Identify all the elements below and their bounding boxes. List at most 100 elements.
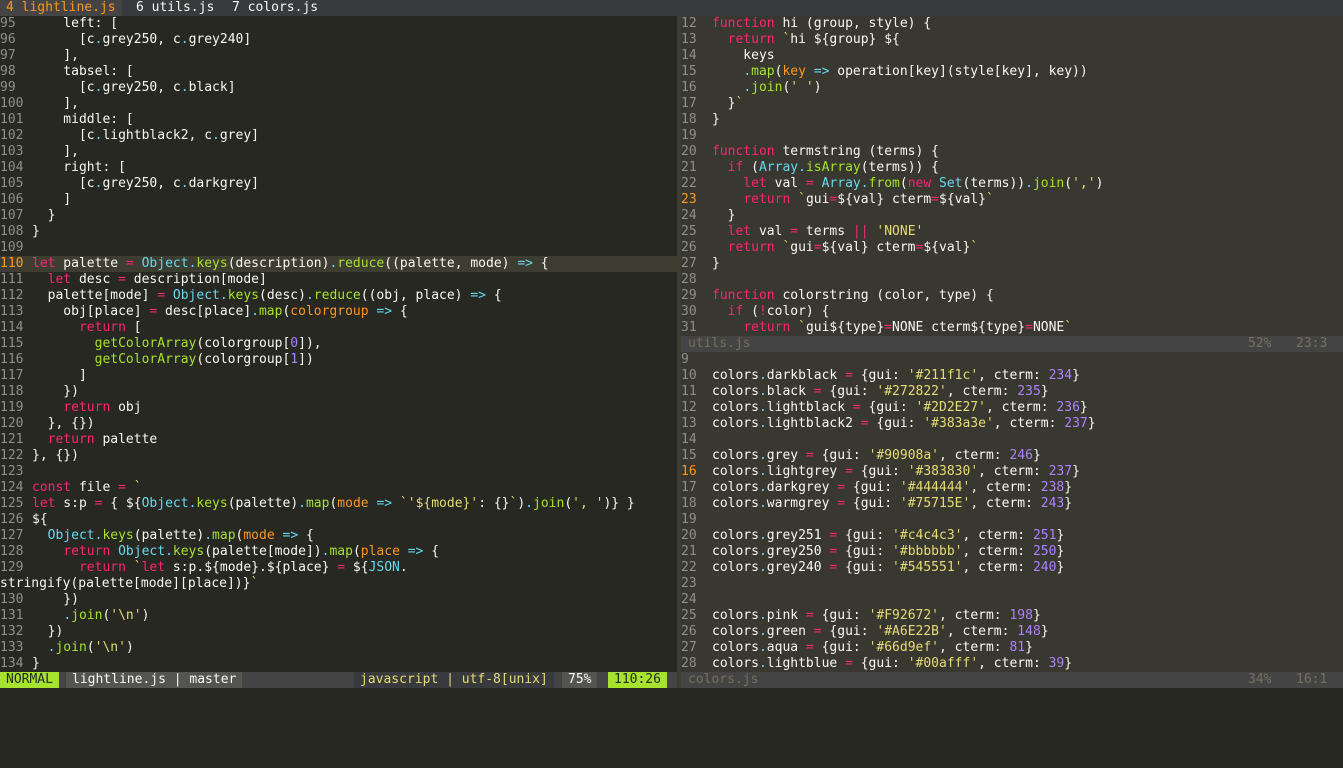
code-line[interactable]: 26 return `gui=${val} cterm=${val}` <box>681 240 1343 256</box>
code-line[interactable]: 95 left: [ <box>0 16 677 32</box>
code-line[interactable]: 24 <box>681 592 1343 608</box>
line-number: 12 <box>681 400 697 415</box>
line-number: 108 <box>0 224 24 239</box>
code-line[interactable]: 101 middle: [ <box>0 112 677 128</box>
tab-lightline-js[interactable]: 4 lightline.js <box>0 0 122 16</box>
code-line[interactable]: 112 palette[mode] = Object.keys(desc).re… <box>0 288 677 304</box>
code-line[interactable]: 17 }` <box>681 96 1343 112</box>
editor-pane-colors[interactable]: 9 10 colors.darkblack = {gui: '#211f1c', c… <box>681 352 1343 672</box>
code-line[interactable]: 16 .join(' ') <box>681 80 1343 96</box>
code-line[interactable]: 23 return `gui=${val} cterm=${val}` <box>681 192 1343 208</box>
code-line[interactable]: 99 [c.grey250, c.black] <box>0 80 677 96</box>
code-line[interactable]: 20 colors.grey251 = {gui: '#c4c4c3', cter… <box>681 528 1343 544</box>
code-line[interactable]: 30 if (!color) { <box>681 304 1343 320</box>
code-line[interactable]: 120 }, {}) <box>0 416 677 432</box>
code-line[interactable]: 134} <box>0 656 677 672</box>
command-line[interactable] <box>0 688 1343 702</box>
code-line[interactable]: 28 colors.lightblue = {gui: '#00afff', ct… <box>681 656 1343 672</box>
code-line[interactable]: 116 getColorArray(colorgroup[1]) <box>0 352 677 368</box>
code-line[interactable]: 20 function termstring (terms) { <box>681 144 1343 160</box>
code-line[interactable]: 114 return [ <box>0 320 677 336</box>
editor-pane-utils[interactable]: 12 function hi (group, style) {13 return … <box>681 16 1343 336</box>
line-number: 25 <box>681 608 697 623</box>
line-number: 23 <box>681 192 697 207</box>
code-line[interactable]: 131 .join('\n') <box>0 608 677 624</box>
code-line[interactable]: 18} <box>681 112 1343 128</box>
code-line[interactable]: 123 <box>0 464 677 480</box>
code-line[interactable]: 130 }) <box>0 592 677 608</box>
code-line[interactable]: 27} <box>681 256 1343 272</box>
code-line[interactable]: 122}, {}) <box>0 448 677 464</box>
code-line[interactable]: 132 }) <box>0 624 677 640</box>
code-text: function termstring (terms) { <box>712 144 939 159</box>
code-line[interactable]: 106 ] <box>0 192 677 208</box>
code-line[interactable]: 23 <box>681 576 1343 592</box>
code-line[interactable]: 22 let val = Array.from(new Set(terms)).… <box>681 176 1343 192</box>
code-line[interactable]: 110 let palette = Object.keys(description… <box>0 256 677 272</box>
code-line[interactable]: 22 colors.grey240 = {gui: '#545551', cter… <box>681 560 1343 576</box>
code-line[interactable]: 13 return `hi ${group} ${ <box>681 32 1343 48</box>
code-line[interactable]: 105 [c.grey250, c.darkgrey] <box>0 176 677 192</box>
code-line[interactable]: 108} <box>0 224 677 240</box>
code-line[interactable]: 104 right: [ <box>0 160 677 176</box>
code-line[interactable]: 115 getColorArray(colorgroup[0]), <box>0 336 677 352</box>
code-line[interactable]: 10 colors.darkblack = {gui: '#211f1c', ct… <box>681 368 1343 384</box>
filename-branch: lightline.js | master <box>66 672 243 688</box>
code-line[interactable]: 103 ], <box>0 144 677 160</box>
tab-utils-js[interactable]: 6 utils.js <box>130 0 220 16</box>
code-line[interactable]: 17 colors.darkgrey = {gui: '#444444', cte… <box>681 480 1343 496</box>
code-line[interactable]: 121 return palette <box>0 432 677 448</box>
code-line[interactable]: 107 } <box>0 208 677 224</box>
code-line[interactable]: 96 [c.grey250, c.grey240] <box>0 32 677 48</box>
code-line[interactable]: 31 return `gui${type}=NONE cterm${type}=… <box>681 320 1343 336</box>
code-text: [c.lightblack2, c.grey] <box>32 128 259 143</box>
code-line[interactable]: 15 colors.grey = {gui: '#90908a', cterm: … <box>681 448 1343 464</box>
code-line[interactable]: 102 [c.lightblack2, c.grey] <box>0 128 677 144</box>
code-line[interactable]: 133 .join('\n') <box>0 640 677 656</box>
code-line[interactable]: 124 const file = ` <box>0 480 677 496</box>
code-line[interactable]: 29 function colorstring (color, type) { <box>681 288 1343 304</box>
code-line[interactable]: 12 colors.lightblack = {gui: '#2D2E27', c… <box>681 400 1343 416</box>
code-line[interactable]: 126 ${ <box>0 512 677 528</box>
code-line[interactable]: 13 colors.lightblack2 = {gui: '#383a3e', … <box>681 416 1343 432</box>
line-number: 98 <box>0 64 16 79</box>
code-line[interactable]: 16 colors.lightgrey = {gui: '#383830', ct… <box>681 464 1343 480</box>
line-number: 121 <box>0 432 24 447</box>
line-number: 13 <box>681 32 697 47</box>
code-line[interactable]: 117 ] <box>0 368 677 384</box>
code-line[interactable]: 19 <box>681 512 1343 528</box>
code-line[interactable]: 128 return Object.keys(palette[mode]).ma… <box>0 544 677 560</box>
code-line[interactable]: 26 colors.green = {gui: '#A6E22B', cterm:… <box>681 624 1343 640</box>
editor-pane-lightline[interactable]: 95 left: [96 [c.grey250, c.grey240] 97 ],… <box>0 16 677 672</box>
code-line[interactable]: 119 return obj <box>0 400 677 416</box>
code-line[interactable]: 28 <box>681 272 1343 288</box>
tab-colors-js[interactable]: 7 colors.js <box>226 0 324 16</box>
code-line[interactable]: 21 colors.grey250 = {gui: '#bbbbbb', cter… <box>681 544 1343 560</box>
code-line[interactable]: 9 <box>681 352 1343 368</box>
line-number: 16 <box>681 464 697 479</box>
code-line[interactable]: 15 .map(key => operation[key](style[key]… <box>681 64 1343 80</box>
code-line[interactable]: 14 <box>681 432 1343 448</box>
code-line[interactable]: 18 colors.warmgrey = {gui: '#75715E', cte… <box>681 496 1343 512</box>
code-line[interactable]: 27 colors.aqua = {gui: '#66d9ef', cterm: … <box>681 640 1343 656</box>
code-line[interactable]: 12 function hi (group, style) { <box>681 16 1343 32</box>
code-line[interactable]: 14 keys <box>681 48 1343 64</box>
code-text: colors.aqua = {gui: '#66d9ef', cterm: 81… <box>712 640 1033 655</box>
code-line[interactable]: 97 ], <box>0 48 677 64</box>
code-line[interactable]: 111 let desc = description[mode] <box>0 272 677 288</box>
code-line[interactable]: 109 <box>0 240 677 256</box>
code-line[interactable]: 118 }) <box>0 384 677 400</box>
code-line[interactable]: 21 if (Array.isArray(terms)) { <box>681 160 1343 176</box>
code-line[interactable]: 127 Object.keys(palette).map(mode => { <box>0 528 677 544</box>
code-line[interactable]: 19 <box>681 128 1343 144</box>
code-line[interactable]: 25 let val = terms || 'NONE' <box>681 224 1343 240</box>
code-line[interactable]: 113 obj[place] = desc[place].map(colorgr… <box>0 304 677 320</box>
code-line[interactable]: 25 colors.pink = {gui: '#F92672', cterm: … <box>681 608 1343 624</box>
code-line[interactable]: 100 ], <box>0 96 677 112</box>
code-line[interactable]: 24 } <box>681 208 1343 224</box>
code-line[interactable]: 125 let s:p = { ${Object.keys(palette).ma… <box>0 496 677 512</box>
code-line[interactable]: 129 return `let s:p.${mode}.${place} = $… <box>0 560 677 576</box>
code-line[interactable]: 11 colors.black = {gui: '#272822', cterm:… <box>681 384 1343 400</box>
code-line[interactable]: 98 tabsel: [ <box>0 64 677 80</box>
code-line[interactable]: stringify(palette[mode][place])}` <box>0 576 677 592</box>
